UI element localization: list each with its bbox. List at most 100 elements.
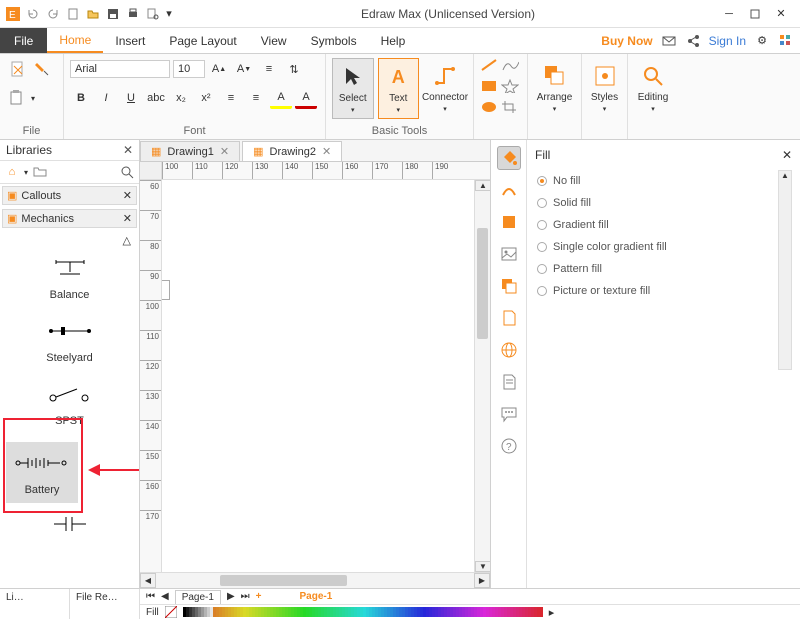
format-painter-icon[interactable]	[31, 58, 53, 80]
share-icon[interactable]	[685, 33, 701, 49]
fill-option-pattern[interactable]: Pattern fill	[535, 258, 778, 280]
redo-icon[interactable]	[44, 5, 62, 23]
panel-scrollbar[interactable]: ▲	[778, 170, 792, 370]
star-shape-icon[interactable]	[501, 79, 519, 93]
doc-tab-2[interactable]: ▦ Drawing2 ✕	[242, 141, 342, 161]
page-nav-prev[interactable]: ◀	[161, 591, 169, 602]
shadow-icon[interactable]	[497, 210, 521, 234]
highlight-icon[interactable]: A	[270, 87, 292, 109]
vertical-scrollbar[interactable]	[475, 191, 490, 561]
sign-in-link[interactable]: Sign In	[709, 34, 746, 48]
file-menu[interactable]: File	[0, 28, 47, 53]
layers-icon[interactable]	[497, 274, 521, 298]
buy-now-link[interactable]: Buy Now	[601, 34, 652, 48]
bottom-tab-filerecovery[interactable]: File Re…	[70, 589, 140, 619]
page-icon[interactable]	[497, 306, 521, 330]
close-button[interactable]: ✕	[774, 7, 788, 21]
text-tool[interactable]: A Text ▾	[378, 58, 420, 119]
line-shape-icon[interactable]	[480, 58, 498, 72]
fill-option-solid[interactable]: Solid fill	[535, 192, 778, 214]
feedback-icon[interactable]	[661, 33, 677, 49]
app-waffle-icon[interactable]	[778, 33, 794, 49]
bottom-tab-libraries[interactable]: Li…	[0, 589, 70, 619]
category-close-icon[interactable]: ✕	[123, 189, 132, 202]
lib-category-callouts[interactable]: ▣ Callouts ✕	[2, 186, 137, 205]
font-size-select[interactable]: 10	[173, 60, 205, 78]
scroll-up-button[interactable]: ▲	[475, 180, 491, 191]
crop-icon[interactable]	[501, 100, 519, 114]
editing-tool[interactable]: Editing▾	[634, 58, 672, 117]
print-preview-icon[interactable]	[144, 5, 162, 23]
align-left-icon[interactable]: ≡	[220, 87, 242, 109]
fill-option-single-gradient[interactable]: Single color gradient fill	[535, 236, 778, 258]
lib-folder-icon[interactable]	[32, 164, 48, 180]
libraries-close-icon[interactable]: ✕	[123, 143, 133, 157]
tab-close-icon[interactable]: ✕	[322, 145, 331, 158]
fill-option-nofill[interactable]: No fill	[535, 170, 778, 192]
collapse-icon[interactable]: △	[2, 234, 137, 247]
shape-battery[interactable]: Battery	[6, 442, 78, 503]
fill-bucket-icon[interactable]	[497, 146, 521, 170]
scroll-left-button[interactable]: ◀	[140, 573, 156, 588]
page-nav-first[interactable]: ⏮	[146, 591, 155, 602]
canvas-object[interactable]	[162, 280, 170, 300]
line-spacing-icon[interactable]: ⇅	[283, 58, 305, 80]
freeform-icon[interactable]	[501, 58, 519, 72]
qat-dropdown-icon[interactable]: ▾	[164, 5, 174, 23]
tab-close-icon[interactable]: ✕	[220, 145, 229, 158]
maximize-button[interactable]	[748, 7, 762, 21]
color-palette[interactable]	[183, 607, 543, 617]
increase-font-icon[interactable]: A▲	[208, 58, 230, 80]
shape-spst[interactable]: SPST	[2, 379, 137, 428]
lib-search-icon[interactable]	[119, 164, 135, 180]
superscript-icon[interactable]: x²	[195, 87, 217, 109]
tab-help[interactable]: Help	[369, 28, 418, 53]
save-icon[interactable]	[104, 5, 122, 23]
minimize-button[interactable]: ─	[722, 7, 736, 21]
underline-icon[interactable]: U	[120, 87, 142, 109]
italic-icon[interactable]: I	[95, 87, 117, 109]
clipboard-dropdown[interactable]: ▾	[31, 94, 35, 103]
decrease-font-icon[interactable]: A▼	[233, 58, 255, 80]
font-color-icon[interactable]: A	[295, 87, 317, 109]
arrange-tool[interactable]: Arrange▾	[534, 58, 575, 117]
tab-insert[interactable]: Insert	[103, 28, 157, 53]
comment-icon[interactable]	[497, 402, 521, 426]
picture-icon[interactable]	[497, 242, 521, 266]
no-color-icon[interactable]	[165, 606, 177, 618]
font-name-select[interactable]: Arial	[70, 60, 170, 78]
rect-shape-icon[interactable]	[480, 79, 498, 93]
subscript-icon[interactable]: x₂	[170, 87, 192, 109]
shape-balance[interactable]: Balance	[2, 253, 137, 302]
page-nav-last[interactable]: ⏭	[241, 591, 250, 602]
app-logo-icon[interactable]: E	[4, 5, 22, 23]
tab-view[interactable]: View	[249, 28, 299, 53]
lib-category-mechanics[interactable]: ▣ Mechanics ✕	[2, 209, 137, 228]
clipboard-icon[interactable]	[6, 87, 28, 109]
print-icon[interactable]	[124, 5, 142, 23]
globe-icon[interactable]	[497, 338, 521, 362]
connector-tool[interactable]: Connector ▾	[423, 58, 467, 117]
settings-icon[interactable]: ⚙	[754, 33, 770, 49]
help-icon[interactable]: ?	[497, 434, 521, 458]
lib-home-icon[interactable]: ⌂	[4, 164, 20, 180]
ellipse-shape-icon[interactable]	[480, 100, 498, 114]
align-center-icon[interactable]: ≡	[245, 87, 267, 109]
strikethrough-icon[interactable]: abc	[145, 87, 167, 109]
paste-icon[interactable]	[6, 58, 28, 80]
bullets-icon[interactable]: ≡	[258, 58, 280, 80]
new-doc-icon[interactable]	[64, 5, 82, 23]
horizontal-scrollbar[interactable]	[156, 573, 474, 588]
styles-tool[interactable]: Styles▾	[588, 58, 621, 117]
undo-icon[interactable]	[24, 5, 42, 23]
doc-tab-1[interactable]: ▦ Drawing1 ✕	[140, 141, 240, 161]
tab-symbols[interactable]: Symbols	[299, 28, 369, 53]
bold-icon[interactable]: B	[70, 87, 92, 109]
more-colors-icon[interactable]: ▸	[549, 606, 555, 619]
panel-close-icon[interactable]: ✕	[782, 148, 792, 162]
fill-option-gradient[interactable]: Gradient fill	[535, 214, 778, 236]
fill-option-picture[interactable]: Picture or texture fill	[535, 280, 778, 302]
scroll-down-button[interactable]: ▼	[475, 561, 491, 572]
shape-capacitor[interactable]	[2, 509, 137, 539]
open-icon[interactable]	[84, 5, 102, 23]
